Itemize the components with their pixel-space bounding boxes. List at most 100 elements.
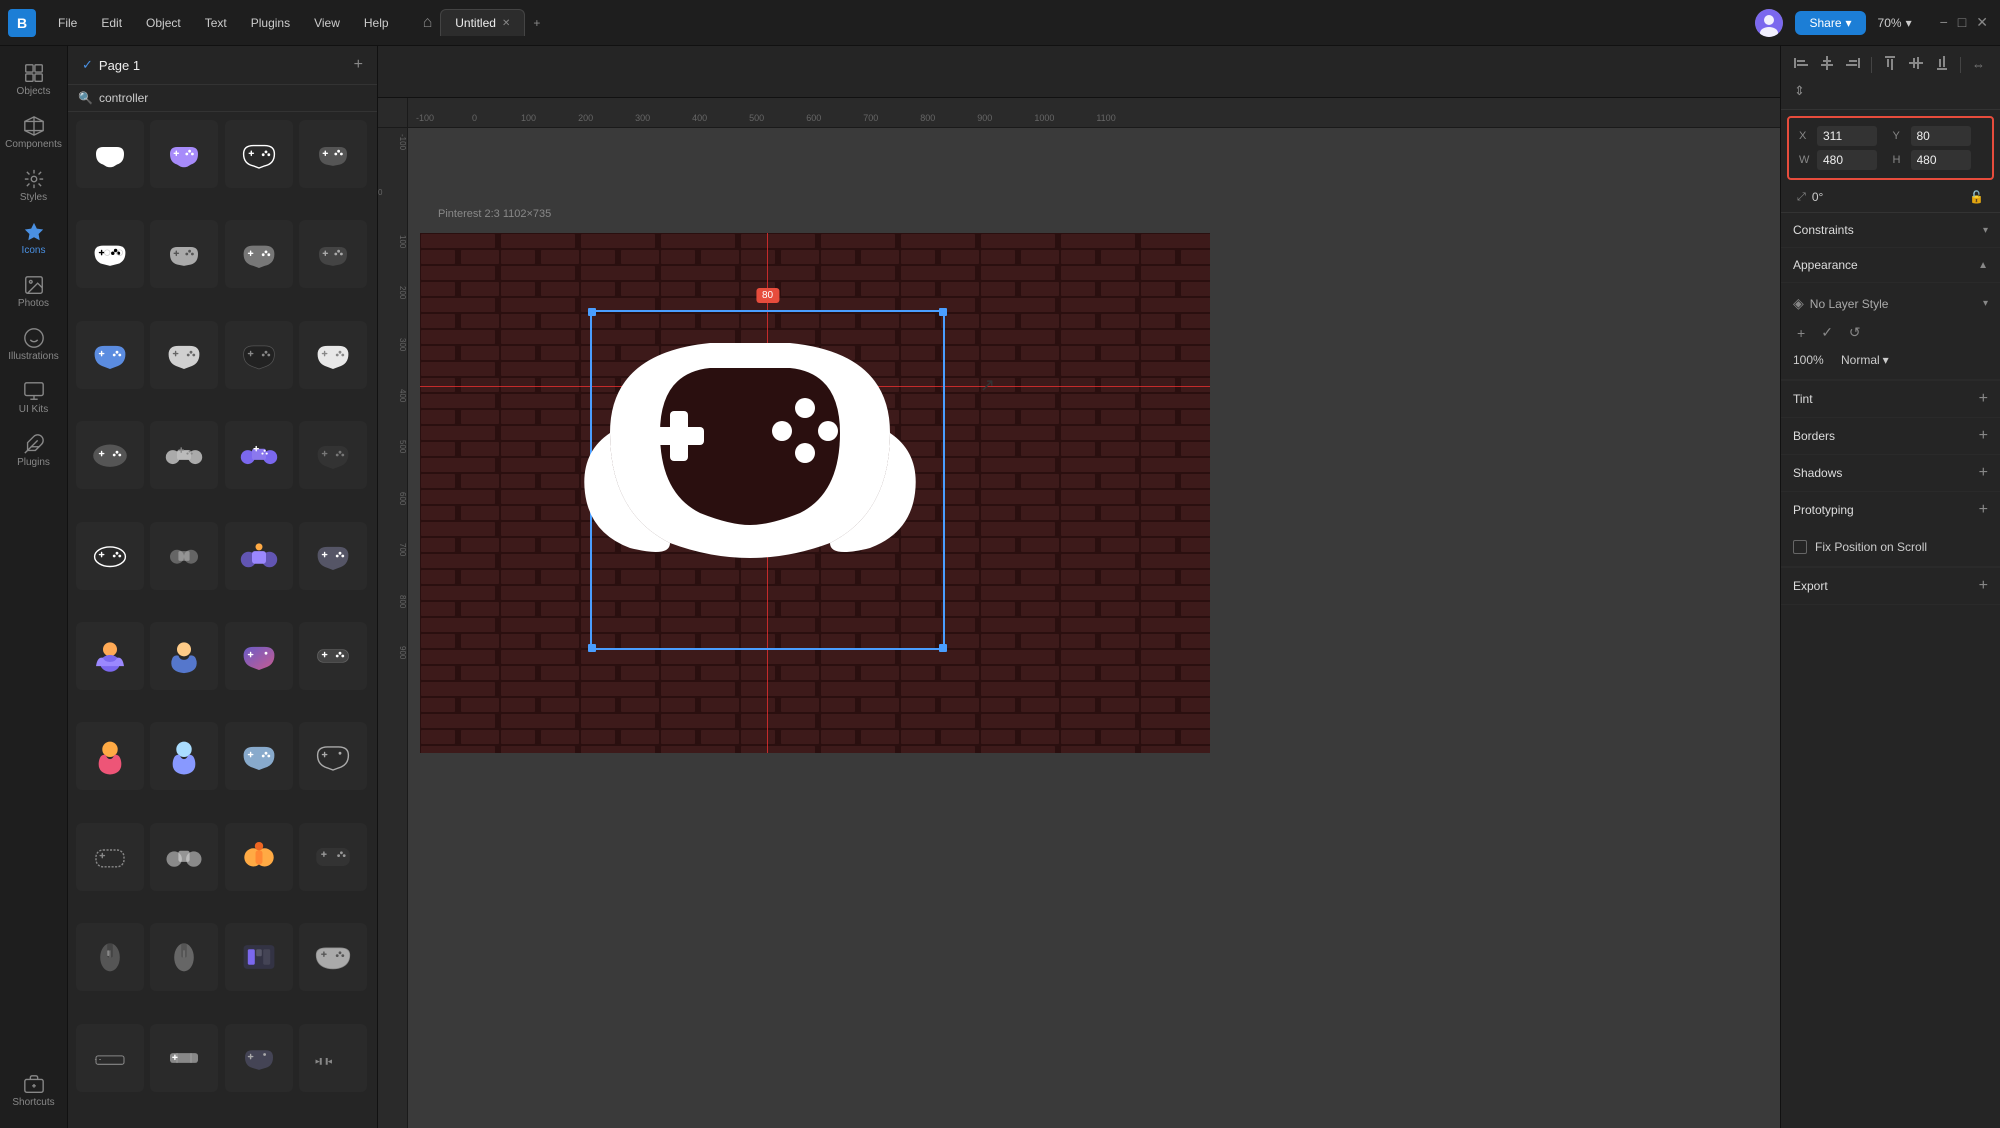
app-logo[interactable]: B bbox=[8, 9, 36, 37]
export-section-header[interactable]: Export + bbox=[1781, 568, 2000, 604]
list-item[interactable] bbox=[225, 120, 293, 188]
tab-untitled[interactable]: Untitled ✕ bbox=[440, 9, 525, 36]
list-item[interactable] bbox=[150, 823, 218, 891]
minimize-button[interactable]: − bbox=[1936, 10, 1952, 35]
list-item[interactable] bbox=[225, 421, 293, 489]
shadows-add-button[interactable]: + bbox=[1979, 464, 1988, 482]
menu-object[interactable]: Object bbox=[136, 12, 191, 34]
distribute-v-button[interactable]: ⇕ bbox=[1789, 79, 1810, 103]
tab-close-icon[interactable]: ✕ bbox=[502, 18, 510, 29]
list-item[interactable] bbox=[225, 823, 293, 891]
add-appearance-button[interactable]: + bbox=[1793, 323, 1809, 343]
page-name-label[interactable]: Page 1 bbox=[99, 58, 140, 73]
artboard[interactable]: 80 bbox=[420, 233, 1210, 753]
avatar[interactable] bbox=[1755, 9, 1783, 37]
list-item[interactable] bbox=[150, 622, 218, 690]
list-item[interactable] bbox=[299, 622, 367, 690]
list-item[interactable] bbox=[150, 421, 218, 489]
x-field[interactable]: X bbox=[1799, 126, 1889, 146]
sidebar-item-objects[interactable]: Objects bbox=[6, 54, 62, 105]
list-item[interactable] bbox=[299, 421, 367, 489]
home-button[interactable]: ⌂ bbox=[423, 14, 433, 32]
menu-edit[interactable]: Edit bbox=[91, 12, 132, 34]
blend-mode-selector[interactable]: Normal ▾ bbox=[1841, 353, 1889, 367]
sidebar-item-illustrations[interactable]: Illustrations bbox=[6, 319, 62, 370]
align-bottom-button[interactable] bbox=[1930, 52, 1954, 77]
prototyping-add-button[interactable]: + bbox=[1979, 501, 1988, 519]
shadows-section-header[interactable]: Shadows + bbox=[1781, 455, 2000, 491]
list-item[interactable] bbox=[299, 923, 367, 991]
list-item[interactable] bbox=[76, 120, 144, 188]
maximize-button[interactable]: □ bbox=[1954, 10, 1970, 35]
list-item[interactable] bbox=[150, 321, 218, 389]
w-input[interactable] bbox=[1817, 150, 1877, 170]
zoom-control[interactable]: 70% ▾ bbox=[1878, 16, 1912, 30]
w-field[interactable]: W bbox=[1799, 150, 1889, 170]
list-item[interactable] bbox=[150, 722, 218, 790]
sidebar-item-shortcuts[interactable]: Shortcuts bbox=[6, 1065, 62, 1116]
list-item[interactable] bbox=[150, 120, 218, 188]
list-item[interactable]: - - bbox=[76, 1024, 144, 1092]
constraints-section-header[interactable]: Constraints ▾ bbox=[1781, 213, 2000, 248]
list-item[interactable] bbox=[150, 1024, 218, 1092]
fix-position-checkbox[interactable] bbox=[1793, 540, 1807, 554]
list-item[interactable] bbox=[76, 923, 144, 991]
list-item[interactable] bbox=[76, 622, 144, 690]
list-item[interactable] bbox=[225, 220, 293, 288]
list-item[interactable] bbox=[225, 722, 293, 790]
sidebar-item-icons[interactable]: Icons bbox=[6, 213, 62, 264]
distribute-h-button[interactable]: ⇔ bbox=[1967, 53, 1990, 76]
list-item[interactable] bbox=[76, 823, 144, 891]
menu-plugins[interactable]: Plugins bbox=[241, 12, 300, 34]
prototyping-section-header[interactable]: Prototyping + bbox=[1781, 492, 2000, 528]
menu-file[interactable]: File bbox=[48, 12, 87, 34]
list-item[interactable] bbox=[150, 522, 218, 590]
list-item[interactable] bbox=[76, 722, 144, 790]
list-item[interactable] bbox=[299, 722, 367, 790]
export-add-button[interactable]: + bbox=[1979, 577, 1988, 595]
add-page-button[interactable]: + bbox=[354, 56, 363, 74]
list-item[interactable] bbox=[299, 823, 367, 891]
check-appearance-button[interactable]: ✓ bbox=[1817, 322, 1837, 343]
list-item[interactable] bbox=[225, 923, 293, 991]
borders-section-header[interactable]: Borders + bbox=[1781, 418, 2000, 454]
list-item[interactable] bbox=[299, 522, 367, 590]
list-item[interactable] bbox=[150, 923, 218, 991]
list-item[interactable]: ▶▌▐◀ bbox=[299, 1024, 367, 1092]
list-item[interactable] bbox=[299, 120, 367, 188]
menu-text[interactable]: Text bbox=[195, 12, 237, 34]
tint-section-header[interactable]: Tint + bbox=[1781, 381, 2000, 417]
list-item[interactable] bbox=[76, 421, 144, 489]
sidebar-item-plugins[interactable]: Plugins bbox=[6, 425, 62, 476]
menu-help[interactable]: Help bbox=[354, 12, 399, 34]
list-item[interactable] bbox=[225, 522, 293, 590]
sidebar-item-components[interactable]: Components bbox=[6, 107, 62, 158]
canvas-inner[interactable]: Pinterest 2:3 1102×735 bbox=[408, 128, 1780, 1128]
align-center-h-button[interactable] bbox=[1815, 52, 1839, 77]
align-right-button[interactable] bbox=[1841, 52, 1865, 77]
sidebar-item-styles[interactable]: Styles bbox=[6, 160, 62, 211]
layer-style-row[interactable]: ◈ No Layer Style ▾ bbox=[1793, 291, 1988, 316]
align-left-button[interactable] bbox=[1789, 52, 1813, 77]
sidebar-item-uikits[interactable]: UI Kits bbox=[6, 372, 62, 423]
close-button[interactable]: ✕ bbox=[1972, 10, 1992, 35]
tab-add-button[interactable]: + bbox=[525, 12, 548, 34]
align-top-button[interactable] bbox=[1878, 52, 1902, 77]
layer-style-dropdown-icon[interactable]: ▾ bbox=[1983, 298, 1988, 309]
list-item[interactable] bbox=[299, 220, 367, 288]
refresh-appearance-button[interactable]: ↺ bbox=[1845, 322, 1865, 343]
list-item[interactable] bbox=[225, 321, 293, 389]
menu-view[interactable]: View bbox=[304, 12, 350, 34]
list-item[interactable] bbox=[299, 321, 367, 389]
list-item[interactable] bbox=[225, 1024, 293, 1092]
list-item[interactable] bbox=[150, 220, 218, 288]
y-field[interactable]: Y bbox=[1893, 126, 1983, 146]
list-item[interactable] bbox=[225, 622, 293, 690]
h-input[interactable] bbox=[1911, 150, 1971, 170]
canvas-area[interactable]: -100 0 100 200 300 400 500 600 700 800 9… bbox=[378, 98, 1780, 1128]
opacity-value[interactable]: 100% bbox=[1793, 353, 1833, 367]
list-item[interactable] bbox=[76, 321, 144, 389]
tint-add-button[interactable]: + bbox=[1979, 390, 1988, 408]
sidebar-item-photos[interactable]: Photos bbox=[6, 266, 62, 317]
list-item[interactable] bbox=[76, 220, 144, 288]
